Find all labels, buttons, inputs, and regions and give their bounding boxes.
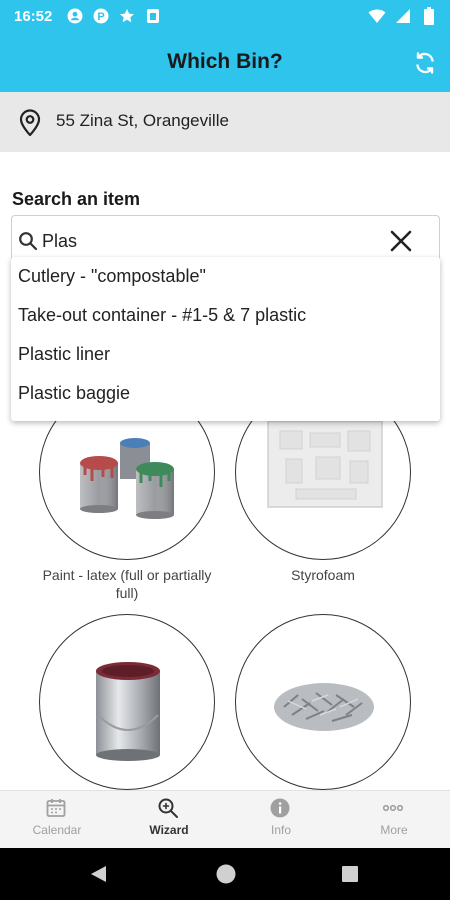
suggestion-item[interactable]: Cutlery - "compostable"	[18, 266, 206, 287]
nav-calendar[interactable]: Calendar	[1, 791, 113, 849]
wizard-search-icon	[157, 797, 179, 819]
account-circle-icon	[66, 7, 84, 25]
signal-icon	[394, 7, 412, 25]
close-icon[interactable]	[389, 229, 413, 253]
status-bar: 16:52 P	[0, 0, 450, 34]
calendar-icon	[45, 797, 67, 819]
more-dots-icon	[382, 797, 404, 819]
status-time: 16:52	[14, 8, 53, 25]
location-pin-icon	[18, 109, 42, 137]
metal-scraps-image	[274, 683, 374, 731]
nav-label: More	[380, 823, 408, 837]
suggestion-item[interactable]: Plastic liner	[18, 344, 110, 365]
star-icon	[118, 7, 136, 25]
item-tile-metal-paint-can[interactable]	[39, 614, 215, 790]
back-icon[interactable]	[91, 866, 106, 882]
battery-icon	[420, 7, 438, 25]
sim-card-icon	[144, 7, 162, 25]
suggestion-item[interactable]: Plastic baggie	[18, 383, 130, 404]
item-tile-metal-scraps[interactable]	[235, 614, 411, 790]
search-input[interactable]	[42, 226, 382, 256]
system-nav-bar	[0, 848, 450, 900]
status-right-icons	[368, 7, 438, 25]
home-icon[interactable]	[216, 864, 236, 884]
tile-caption: Paint - latex (full or partially full)	[42, 567, 212, 601]
refresh-icon[interactable]	[412, 50, 438, 76]
nav-wizard[interactable]: Wizard	[113, 791, 225, 849]
item-grid: Paint - latex (full or partially full) S…	[0, 392, 450, 790]
metal-paint-can-image	[96, 662, 160, 761]
nav-label: Calendar	[32, 823, 82, 837]
info-icon	[269, 797, 291, 819]
address-row[interactable]: 55 Zina St, Orangeville	[0, 92, 450, 152]
recents-icon[interactable]	[342, 866, 358, 882]
tile-caption: Styrofoam	[291, 567, 355, 583]
search-label: Search an item	[12, 189, 141, 209]
bottom-nav: Calendar Wizard Info More	[0, 790, 450, 848]
tile-image-circle	[39, 614, 215, 790]
item-tile-paint-latex[interactable]: Paint - latex (full or partially full)	[39, 392, 215, 602]
wifi-icon	[368, 7, 386, 25]
status-left-icons: P	[66, 7, 162, 25]
svg-text:P: P	[97, 11, 104, 23]
nav-label: Wizard	[149, 823, 189, 837]
tile-image-circle	[235, 614, 411, 790]
nav-info[interactable]: Info	[225, 791, 337, 849]
nav-more[interactable]: More	[338, 791, 450, 849]
app-bar: Which Bin?	[0, 34, 450, 92]
address-text: 55 Zina St, Orangeville	[56, 111, 229, 130]
suggestions-dropdown: Cutlery - "compostable" Take-out contain…	[11, 257, 440, 421]
nav-label: Info	[270, 823, 291, 837]
suggestion-item[interactable]: Take-out container - #1-5 & 7 plastic	[18, 305, 306, 326]
parking-icon: P	[92, 7, 110, 25]
search-icon	[18, 231, 38, 251]
page-title: Which Bin?	[167, 50, 283, 73]
